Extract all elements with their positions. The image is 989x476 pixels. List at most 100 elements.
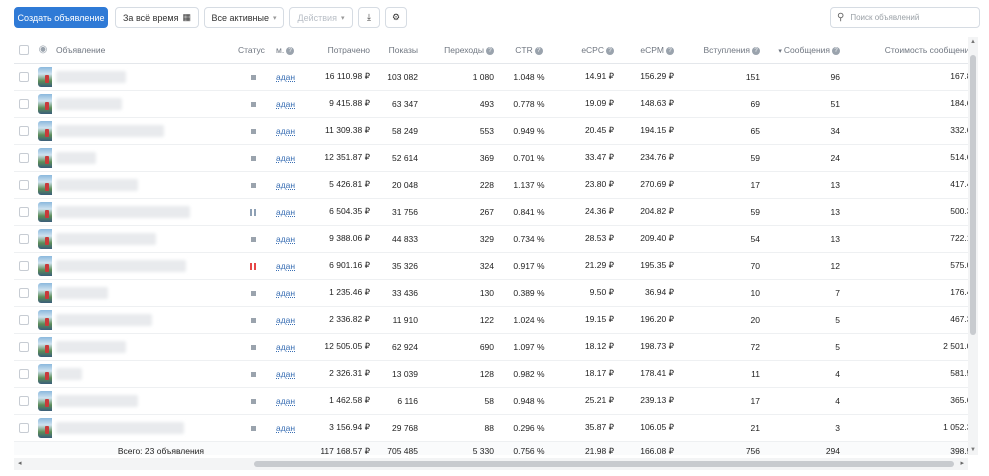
row-ad-name[interactable] xyxy=(52,171,234,199)
moderation-link[interactable]: адан xyxy=(276,180,295,190)
row-ad-name[interactable] xyxy=(52,198,234,226)
help-icon[interactable]: ? xyxy=(752,46,760,55)
ad-thumbnail[interactable] xyxy=(38,363,52,384)
moderation-link[interactable]: адан xyxy=(276,315,295,325)
moderation-link[interactable]: адан xyxy=(276,207,295,217)
row-checkbox[interactable] xyxy=(19,260,29,271)
row-ad-name[interactable] xyxy=(52,360,234,388)
row-ad-name[interactable] xyxy=(52,387,234,415)
period-dropdown[interactable]: За всё время ▦ xyxy=(115,7,199,28)
row-checkbox[interactable] xyxy=(19,125,29,136)
moderation-link[interactable]: адан xyxy=(276,72,295,82)
ad-thumbnail[interactable] xyxy=(38,66,52,87)
row-ad-name[interactable] xyxy=(52,414,234,442)
search-input[interactable] xyxy=(850,13,971,22)
row-ad-name[interactable] xyxy=(52,90,234,118)
moderation-link[interactable]: адан xyxy=(276,288,295,298)
moderation-link[interactable]: адан xyxy=(276,234,295,244)
row-checkbox[interactable] xyxy=(19,98,29,109)
select-all-checkbox[interactable] xyxy=(19,45,29,56)
status-active-icon[interactable] xyxy=(250,317,256,323)
help-icon[interactable]: ? xyxy=(606,46,614,55)
header-spent[interactable]: Потрачено xyxy=(298,37,374,64)
moderation-link[interactable]: адан xyxy=(276,126,295,136)
row-ad-name[interactable] xyxy=(52,144,234,172)
ad-thumbnail[interactable] xyxy=(38,93,52,114)
table-row[interactable]: адан 6 504.35 ₽31 756 267 0.841 % 24.36 ₽204… xyxy=(14,198,968,226)
ad-thumbnail[interactable] xyxy=(38,147,52,168)
ad-thumbnail[interactable] xyxy=(38,255,52,276)
header-impressions[interactable]: Показы xyxy=(374,37,422,64)
help-icon[interactable]: ? xyxy=(486,46,494,55)
pause-icon[interactable] xyxy=(250,208,256,216)
ad-thumbnail[interactable] xyxy=(38,201,52,222)
table-row[interactable]: адан 2 336.82 ₽11 910 122 1.024 % 19.15 ₽196… xyxy=(14,306,968,334)
header-joins[interactable]: Вступления? xyxy=(678,37,764,64)
ad-thumbnail[interactable] xyxy=(38,417,52,438)
horizontal-scrollbar[interactable]: ◂ ▸ xyxy=(14,458,968,470)
create-ad-button[interactable]: Создать объявление xyxy=(14,7,108,28)
row-checkbox[interactable] xyxy=(19,395,29,406)
row-checkbox[interactable] xyxy=(19,341,29,352)
table-row[interactable]: адан 16 110.98 ₽103 082 1 080 1.048 % 14.91 … xyxy=(14,63,968,91)
pause-icon[interactable] xyxy=(250,262,256,270)
moderation-link[interactable]: адан xyxy=(276,153,295,163)
header-ctr[interactable]: CTR? xyxy=(498,37,560,64)
row-ad-name[interactable] xyxy=(52,279,234,307)
row-checkbox[interactable] xyxy=(19,314,29,325)
table-row[interactable]: адан 11 309.38 ₽58 249 553 0.949 % 20.45 ₽19… xyxy=(14,117,968,145)
header-moderation[interactable]: м.? xyxy=(272,37,298,64)
table-row[interactable]: адан 1 462.58 ₽6 116 58 0.948 % 25.21 ₽239.1… xyxy=(14,387,968,415)
moderation-link[interactable]: адан xyxy=(276,99,295,109)
horizontal-scroll-thumb[interactable] xyxy=(254,461,954,467)
status-active-icon[interactable] xyxy=(250,398,256,404)
row-ad-name[interactable] xyxy=(52,63,234,91)
table-row[interactable]: адан 12 505.05 ₽62 924 690 1.097 % 18.12 ₽19… xyxy=(14,333,968,361)
table-row[interactable]: адан 2 326.31 ₽13 039 128 0.982 % 18.17 ₽178… xyxy=(14,360,968,388)
ad-thumbnail[interactable] xyxy=(38,120,52,141)
table-row[interactable]: адан 9 415.88 ₽63 347 493 0.778 % 19.09 ₽148… xyxy=(14,90,968,118)
row-checkbox[interactable] xyxy=(19,422,29,433)
eye-icon[interactable]: ◉ xyxy=(39,44,48,55)
row-checkbox[interactable] xyxy=(19,179,29,190)
header-cost-message[interactable]: Стоимость сообщения? xyxy=(844,37,968,64)
status-active-icon[interactable] xyxy=(250,128,256,134)
row-ad-name[interactable] xyxy=(52,306,234,334)
ad-thumbnail[interactable] xyxy=(38,282,52,303)
status-active-icon[interactable] xyxy=(250,371,256,377)
status-active-icon[interactable] xyxy=(250,425,256,431)
table-row[interactable]: адан 12 351.87 ₽52 614 369 0.701 % 33.47 ₽23… xyxy=(14,144,968,172)
row-ad-name[interactable] xyxy=(52,117,234,145)
row-checkbox[interactable] xyxy=(19,287,29,298)
settings-button[interactable]: ⚙ xyxy=(385,7,407,28)
moderation-link[interactable]: адан xyxy=(276,369,295,379)
table-row[interactable]: адан 6 901.16 ₽35 326 324 0.917 % 21.29 ₽195… xyxy=(14,252,968,280)
status-active-icon[interactable] xyxy=(250,155,256,161)
scroll-down-icon[interactable]: ▼ xyxy=(968,447,978,453)
moderation-link[interactable]: адан xyxy=(276,396,295,406)
help-icon[interactable]: ? xyxy=(832,46,840,55)
header-ad[interactable]: Объявление xyxy=(52,37,234,64)
moderation-link[interactable]: адан xyxy=(276,423,295,433)
table-row[interactable]: адан 9 388.06 ₽44 833 329 0.734 % 28.53 ₽209… xyxy=(14,225,968,253)
help-icon[interactable]: ? xyxy=(534,46,543,55)
help-icon[interactable]: ? xyxy=(666,46,674,55)
header-ecpc[interactable]: eCPC? xyxy=(560,37,618,64)
moderation-link[interactable]: адан xyxy=(276,342,295,352)
download-button[interactable]: ⤓ xyxy=(358,7,380,28)
status-active-icon[interactable] xyxy=(250,290,256,296)
status-active-icon[interactable] xyxy=(250,74,256,80)
row-checkbox[interactable] xyxy=(19,233,29,244)
status-active-icon[interactable] xyxy=(250,236,256,242)
scroll-right-icon[interactable]: ▸ xyxy=(960,459,964,467)
scroll-up-icon[interactable]: ▲ xyxy=(968,39,978,45)
ad-thumbnail[interactable] xyxy=(38,228,52,249)
header-messages[interactable]: ▾ Сообщения? xyxy=(764,37,844,64)
header-ecpm[interactable]: eCPM? xyxy=(618,37,678,64)
header-clicks[interactable]: Переходы? xyxy=(422,37,498,64)
status-active-icon[interactable] xyxy=(250,182,256,188)
row-ad-name[interactable] xyxy=(52,333,234,361)
header-status[interactable]: Статус xyxy=(234,37,272,64)
table-row[interactable]: адан 1 235.46 ₽33 436 130 0.389 % 9.50 ₽36.9… xyxy=(14,279,968,307)
table-row[interactable]: адан 5 426.81 ₽20 048 228 1.137 % 23.80 ₽270… xyxy=(14,171,968,199)
